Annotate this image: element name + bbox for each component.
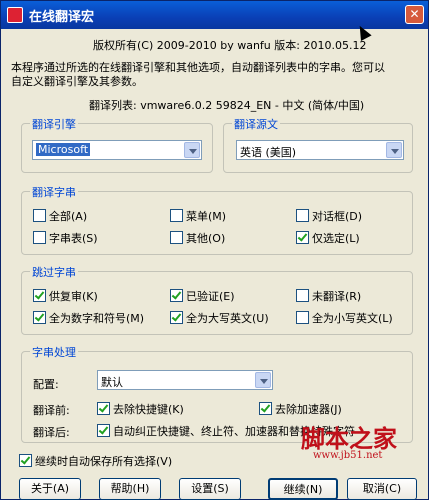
- checkbox-autosave[interactable]: 继续时自动保存所有选择(V): [19, 453, 172, 469]
- checkbox-box[interactable]: [97, 424, 110, 437]
- continue-button[interactable]: 继续(N): [268, 478, 338, 500]
- processing-group-title: 字串处理: [30, 344, 78, 360]
- checkbox-all-numbers-symbols[interactable]: 全为数字和符号(M): [33, 310, 144, 326]
- engine-group: 翻译引擎 Microsoft: [21, 116, 213, 173]
- checkbox-untranslated[interactable]: 未翻译(R): [296, 288, 361, 304]
- checkbox-box[interactable]: [296, 209, 309, 222]
- checkbox-dialog[interactable]: 对话框(D): [296, 208, 362, 224]
- watermark-url: www.jb51.net: [313, 450, 383, 461]
- checkbox-box[interactable]: [97, 402, 110, 415]
- copyright-text: 版权所有(C) 2009-2010 by wanfu 版本: 2010.05.1…: [93, 39, 367, 52]
- after-translation-label: 翻译后:: [33, 426, 70, 439]
- checkbox-box[interactable]: [296, 311, 309, 324]
- checkbox-box[interactable]: [259, 402, 272, 415]
- close-button[interactable]: ✕: [405, 5, 424, 24]
- chevron-down-icon[interactable]: [255, 372, 271, 388]
- source-group-title: 翻译源文: [232, 116, 280, 132]
- checkbox-box[interactable]: [33, 209, 46, 222]
- translation-list-info: 翻译列表: vmware6.0.2 59824_EN - 中文 (简体/中国): [89, 99, 365, 112]
- checkbox-box[interactable]: [33, 231, 46, 244]
- checkbox-other[interactable]: 其他(O): [170, 230, 225, 246]
- checkbox-box[interactable]: [170, 311, 183, 324]
- checkbox-remove-hotkeys[interactable]: 去除快捷键(K): [97, 401, 184, 417]
- chevron-down-icon[interactable]: [184, 142, 200, 158]
- watermark-logo: 脚本之家: [301, 424, 397, 453]
- checkbox-validated[interactable]: 已验证(E): [170, 288, 235, 304]
- config-select[interactable]: 默认: [97, 370, 273, 390]
- checkbox-all[interactable]: 全部(A): [33, 208, 87, 224]
- checkbox-all-uppercase[interactable]: 全为大写英文(U): [170, 310, 269, 326]
- about-button[interactable]: 关于(A): [19, 478, 81, 500]
- settings-button[interactable]: 设置(S): [179, 478, 241, 500]
- source-language-select[interactable]: 英语 (美国): [236, 140, 404, 160]
- checkbox-box[interactable]: [19, 454, 32, 467]
- app-icon: [7, 7, 23, 23]
- checkbox-box[interactable]: [170, 209, 183, 222]
- checkbox-box[interactable]: [296, 231, 309, 244]
- checkbox-box[interactable]: [33, 289, 46, 302]
- checkbox-box[interactable]: [170, 289, 183, 302]
- engine-group-title: 翻译引擎: [30, 116, 78, 132]
- engine-select-value: Microsoft: [36, 143, 91, 156]
- config-select-value: 默认: [101, 376, 123, 389]
- source-language-value: 英语 (美国): [240, 146, 297, 159]
- checkbox-box[interactable]: [33, 311, 46, 324]
- config-label: 配置:: [33, 378, 59, 391]
- engine-select[interactable]: Microsoft: [32, 140, 202, 160]
- checkbox-remove-accelerators[interactable]: 去除加速器(J): [259, 401, 342, 417]
- checkbox-box[interactable]: [296, 289, 309, 302]
- before-translation-label: 翻译前:: [33, 404, 70, 417]
- cancel-button[interactable]: 取消(C): [347, 478, 417, 500]
- strings-group-title: 翻译字串: [30, 184, 78, 200]
- checkbox-selected-only[interactable]: 仅选定(L): [296, 230, 360, 246]
- source-group: 翻译源文 英语 (美国): [223, 116, 413, 173]
- checkbox-for-review[interactable]: 供复审(K): [33, 288, 98, 304]
- chevron-down-icon[interactable]: [386, 142, 402, 158]
- checkbox-box[interactable]: [170, 231, 183, 244]
- checkbox-all-lowercase[interactable]: 全为小写英文(L): [296, 310, 393, 326]
- description-line-2: 自定义翻译引擎及其参数。: [11, 75, 143, 88]
- checkbox-string-table[interactable]: 字串表(S): [33, 230, 98, 246]
- window-title: 在线翻译宏: [29, 10, 95, 25]
- dialog-window: 在线翻译宏 ✕ 版权所有(C) 2009-2010 by wanfu 版本: 2…: [0, 0, 429, 500]
- skip-group-title: 跳过字串: [30, 264, 78, 280]
- checkbox-menu[interactable]: 菜单(M): [170, 208, 226, 224]
- help-button[interactable]: 帮助(H): [99, 478, 161, 500]
